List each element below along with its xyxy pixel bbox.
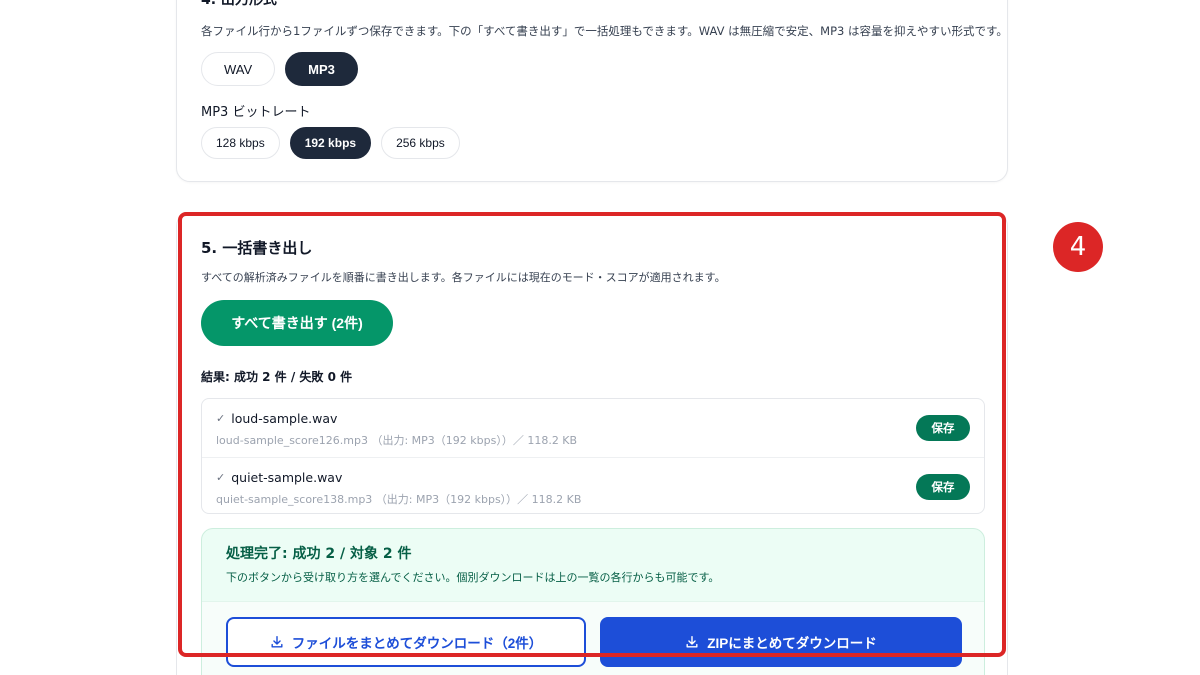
download-zip-label: ZIPにまとめてダウンロード [707,636,877,651]
save-button[interactable]: 保存 [916,474,970,500]
download-zip-button[interactable]: ZIPにまとめてダウンロード [600,617,962,667]
section-title: 5. 一括書き出し [201,239,313,257]
section-description: すべての解析済みファイルを順番に書き出します。各ファイルには現在のモード・スコア… [201,271,726,284]
format-option-wav[interactable]: WAV [201,52,276,86]
download-files-button[interactable]: ファイルをまとめてダウンロード（2件） [226,617,586,667]
source-file-name: quiet-sample.wav [231,470,343,485]
output-file-detail: loud-sample_score126.mp3 （出力: MP3（192 kb… [216,434,578,447]
list-item: ✓ loud-sample.wav loud-sample_score126.m… [202,399,984,457]
check-icon: ✓ [216,412,226,425]
page: 4. 出力形式 各ファイル行から1ファイルずつ保存できます。下の「すべて書き出す… [0,0,1200,675]
section-description: 各ファイル行から1ファイルずつ保存できます。下の「すべて書き出す」で一括処理もで… [201,24,1008,38]
step-number-badge: 4 [1053,222,1103,272]
output-file-detail: quiet-sample_score138.mp3 （出力: MP3（192 k… [216,493,582,506]
download-icon [686,636,698,648]
format-option-mp3[interactable]: MP3 [285,52,358,86]
download-icon [271,636,283,648]
export-all-button[interactable]: すべて書き出す (2件) [201,300,393,346]
check-icon: ✓ [216,471,226,484]
output-format-card: 4. 出力形式 各ファイル行から1ファイルずつ保存できます。下の「すべて書き出す… [176,0,1008,182]
download-files-label: ファイルをまとめてダウンロード（2件） [291,636,543,651]
results-list: ✓ loud-sample.wav loud-sample_score126.m… [201,398,985,514]
result-summary: 結果: 成功 2 件 / 失敗 0 件 [201,370,353,384]
source-file-name: loud-sample.wav [231,411,338,426]
list-item: ✓ quiet-sample.wav quiet-sample_score138… [202,457,984,515]
bitrate-label: MP3 ビットレート [201,105,311,120]
bitrate-option-128[interactable]: 128 kbps [201,127,280,159]
save-button[interactable]: 保存 [916,415,970,441]
bitrate-options: 128 kbps 192 kbps 256 kbps [201,127,460,159]
bitrate-option-256[interactable]: 256 kbps [381,127,460,159]
section-title: 4. 出力形式 [201,0,277,8]
bitrate-option-192[interactable]: 192 kbps [289,127,372,159]
completion-panel: 処理完了: 成功 2 / 対象 2 件 下のボタンから受け取り方を選んでください… [201,528,985,675]
completion-description: 下のボタンから受け取り方を選んでください。個別ダウンロードは上の一覧の各行からも… [226,571,720,584]
format-options: WAV MP3 [201,52,358,86]
completion-title: 処理完了: 成功 2 / 対象 2 件 [226,546,412,562]
batch-export-card: 5. 一括書き出し すべての解析済みファイルを順番に書き出します。各ファイルには… [176,212,1008,675]
